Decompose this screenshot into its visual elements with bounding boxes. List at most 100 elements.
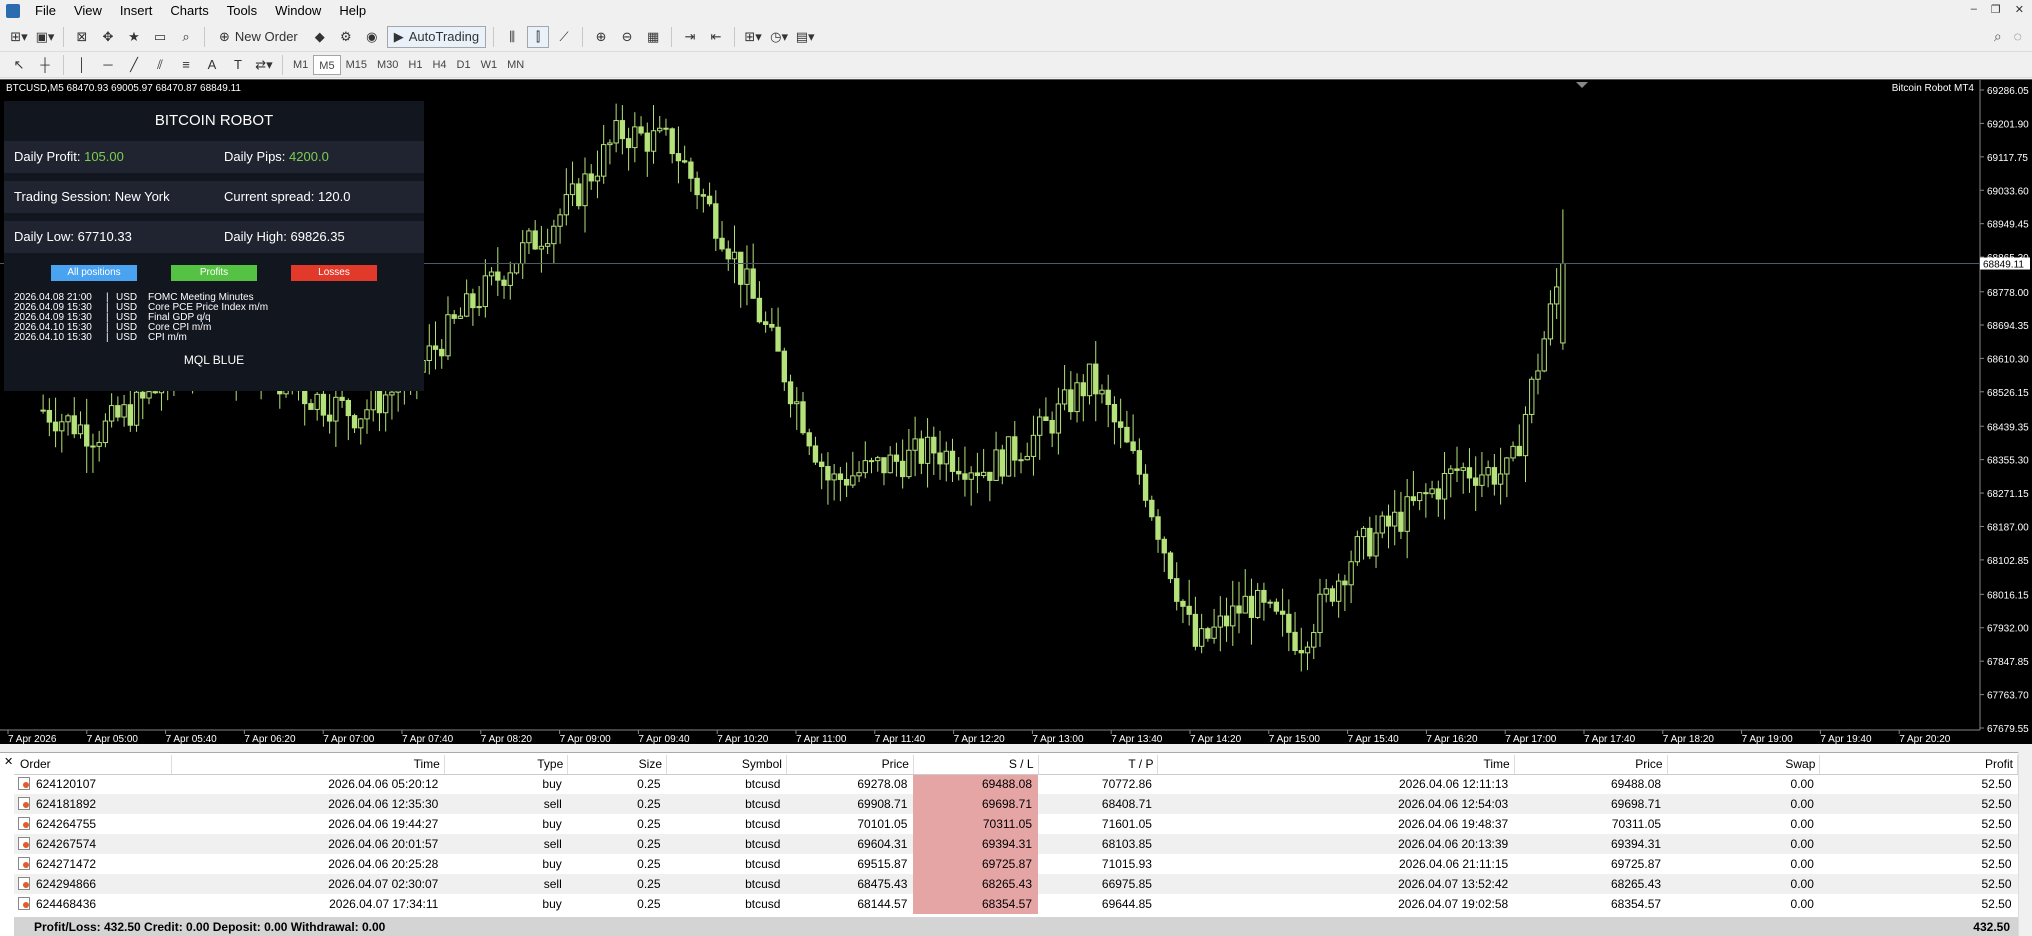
text-label-icon[interactable]: T xyxy=(227,54,249,76)
menu-help[interactable]: Help xyxy=(330,0,375,22)
toolbar-divider xyxy=(582,26,584,47)
zoom-in-icon[interactable]: ⊕ xyxy=(590,26,612,48)
candle-body xyxy=(756,297,763,323)
table-cell: 52.50 xyxy=(1819,834,2018,854)
column-header[interactable]: Size xyxy=(567,755,668,775)
all-positions-button[interactable]: All positions xyxy=(51,265,137,281)
column-header[interactable]: Order xyxy=(14,755,173,775)
close-icon[interactable]: ✕ xyxy=(4,755,13,768)
table-cell: 0.00 xyxy=(1790,897,1814,911)
vertical-line-icon[interactable]: │ xyxy=(71,54,93,76)
timeframe-h1[interactable]: H1 xyxy=(403,55,427,75)
column-header[interactable]: Time xyxy=(1157,755,1515,775)
toolbar-right-icons: ⌕ ◌ xyxy=(1994,28,2022,45)
column-header[interactable]: Price xyxy=(786,755,914,775)
column-header[interactable]: Type xyxy=(444,755,569,775)
search-icon[interactable]: ⌕ xyxy=(1994,28,2002,45)
terminal-scrollbar[interactable] xyxy=(2018,752,2032,936)
timeframe-m5[interactable]: M5 xyxy=(313,54,341,75)
autotrading-button[interactable]: ▶ AutoTrading xyxy=(386,25,487,48)
profit-loss-summary: Profit/Loss: 432.50 Credit: 0.00 Deposit… xyxy=(34,919,386,934)
arrows-icon[interactable]: ⇄▾ xyxy=(253,54,275,76)
column-header[interactable]: Symbol xyxy=(666,755,787,775)
navigator-icon[interactable]: ★ xyxy=(123,26,145,48)
new-order-button[interactable]: ⊕ New Order xyxy=(212,26,305,48)
restore-icon[interactable]: ❐ xyxy=(1991,3,2001,16)
candle-body xyxy=(1192,613,1199,647)
y-tick-label: 68016.15 xyxy=(1987,590,2029,601)
column-header[interactable]: S / L xyxy=(913,755,1039,775)
cursor-icon[interactable]: ↖ xyxy=(8,54,30,76)
column-header[interactable]: T / P xyxy=(1038,755,1159,775)
signals-icon[interactable]: ◉ xyxy=(361,26,383,48)
profits-button[interactable]: Profits xyxy=(171,265,257,281)
table-row[interactable]: 624264755 2026.04.06 19:44:27 buy 0.25 btcus… xyxy=(14,814,2018,834)
minimize-icon[interactable]: – xyxy=(1971,3,1977,16)
timeframe-h4[interactable]: H4 xyxy=(427,55,451,75)
timeframe-m1[interactable]: M1 xyxy=(288,55,313,75)
timeframe-d1[interactable]: D1 xyxy=(452,55,476,75)
toolbar-divider xyxy=(204,26,205,47)
column-header[interactable]: Time xyxy=(171,755,445,775)
options-icon[interactable]: ⚙ xyxy=(335,26,357,48)
data-window-icon[interactable]: ✥ xyxy=(97,26,119,48)
candle-body xyxy=(1423,492,1429,495)
x-tick-label: 7 Apr 13:00 xyxy=(1032,734,1084,744)
table-row[interactable]: 624181892 2026.04.06 12:35:30 sell 0.25 btcu… xyxy=(14,794,2018,814)
chat-icon[interactable]: ◌ xyxy=(2014,28,2022,45)
meta-editor-icon[interactable]: ◆ xyxy=(309,26,331,48)
new-chart-icon[interactable]: ⊞▾ xyxy=(8,26,30,48)
templates-icon[interactable]: ▤▾ xyxy=(794,26,816,48)
menu-tools[interactable]: Tools xyxy=(218,0,266,22)
candle-body xyxy=(875,457,881,462)
menu-insert[interactable]: Insert xyxy=(111,0,162,22)
menu-file[interactable]: File xyxy=(26,0,65,22)
losses-button[interactable]: Losses xyxy=(291,265,377,281)
chart-window[interactable]: 69286.05 69201.90 69117.75 69033.60 68949.45… xyxy=(0,79,2032,744)
timeframe-mn[interactable]: MN xyxy=(502,55,529,75)
candle-body xyxy=(432,345,439,350)
table-row[interactable]: 624271472 2026.04.06 20:25:28 buy 0.25 btcus… xyxy=(14,854,2018,874)
menu-window[interactable]: Window xyxy=(266,0,330,22)
robot-info-panel: BITCOIN ROBOT Daily Profit: 105.00 Daily… xyxy=(4,101,424,391)
session-value: New York xyxy=(114,189,170,204)
window-controls: – ❐ ✕ xyxy=(1971,3,2024,16)
candle-body xyxy=(1342,580,1348,586)
terminal-icon[interactable]: ▭ xyxy=(149,26,171,48)
column-header[interactable]: Profit xyxy=(1819,755,2018,775)
candlestick-icon[interactable]: ⫿ xyxy=(527,25,550,48)
channel-icon[interactable]: ⫽ xyxy=(149,54,171,76)
profiles-icon[interactable]: ▣▾ xyxy=(34,26,56,48)
timeframe-m15[interactable]: M15 xyxy=(341,55,372,75)
timeframe-m30[interactable]: M30 xyxy=(372,55,403,75)
close-icon[interactable]: ✕ xyxy=(2015,3,2024,16)
trendline-icon[interactable]: ╱ xyxy=(123,54,145,76)
timeframe-w1[interactable]: W1 xyxy=(476,55,503,75)
table-row[interactable]: 624468436 2026.04.07 17:34:11 buy 0.25 btcus… xyxy=(14,894,2018,914)
table-row[interactable]: 624294866 2026.04.07 02:30:07 sell 0.25 btcu… xyxy=(14,874,2018,894)
candle-body xyxy=(551,225,557,245)
candle-body xyxy=(974,472,981,477)
table-cell: 70101.05 xyxy=(857,817,908,831)
menu-charts[interactable]: Charts xyxy=(161,0,217,22)
strategy-tester-icon[interactable]: ⌕ xyxy=(175,26,197,48)
periods-icon[interactable]: ◷▾ xyxy=(768,26,790,48)
crosshair-icon[interactable]: ┼ xyxy=(34,54,56,76)
zoom-out-icon[interactable]: ⊖ xyxy=(616,26,638,48)
auto-scroll-icon[interactable]: ⇥ xyxy=(679,26,701,48)
menu-view[interactable]: View xyxy=(65,0,111,22)
horizontal-line-icon[interactable]: ─ xyxy=(97,54,119,76)
bar-chart-icon[interactable]: ⫼ xyxy=(501,26,523,48)
table-row[interactable]: 624267574 2026.04.06 20:01:57 sell 0.25 btcu… xyxy=(14,834,2018,854)
table-row[interactable]: 624120107 2026.04.06 05:20:12 buy 0.25 btcus… xyxy=(14,774,2018,794)
candle-body xyxy=(1460,467,1466,471)
column-header[interactable]: Swap xyxy=(1667,755,1821,775)
indicators-icon[interactable]: ⊞▾ xyxy=(742,26,764,48)
fibonacci-icon[interactable]: ≡ xyxy=(175,54,197,76)
tile-windows-icon[interactable]: ▦ xyxy=(642,26,664,48)
column-header[interactable]: Price xyxy=(1514,755,1668,775)
market-watch-icon[interactable]: ⊠ xyxy=(71,26,93,48)
line-chart-icon[interactable]: ⟋ xyxy=(553,26,575,48)
text-icon[interactable]: A xyxy=(201,54,223,76)
chart-shift-icon[interactable]: ⇤ xyxy=(705,26,727,48)
